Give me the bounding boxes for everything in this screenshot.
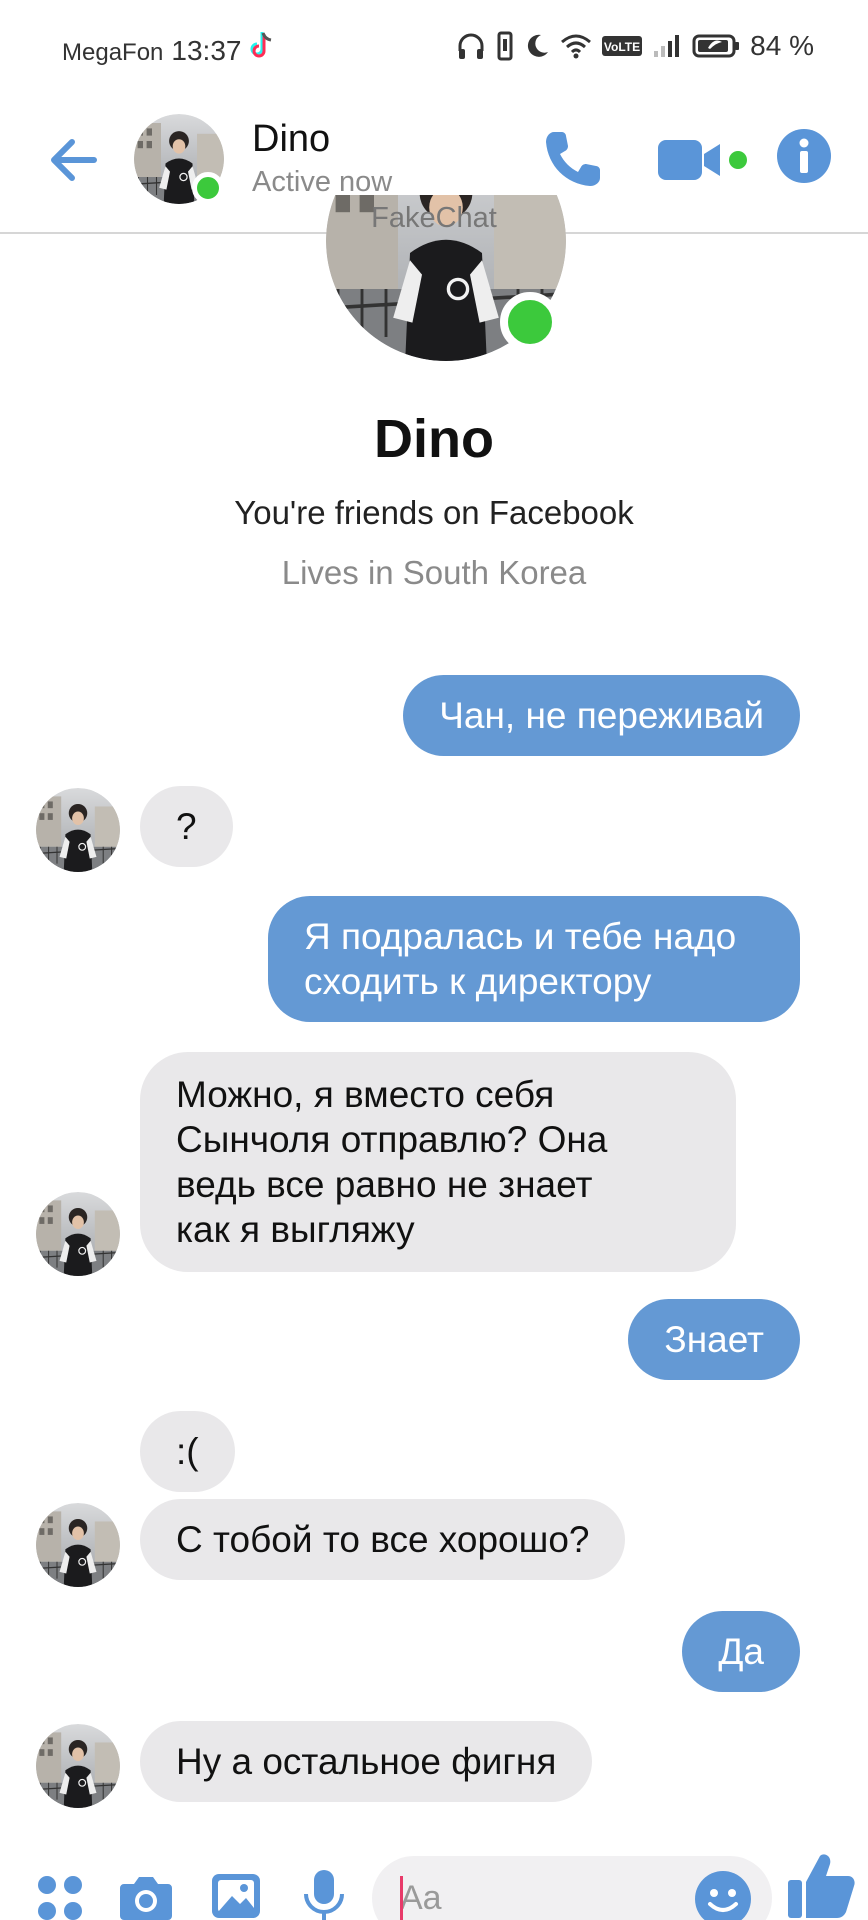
- profile-name: Dino: [374, 409, 494, 469]
- profile-friends-text: You're friends on Facebook: [234, 494, 634, 531]
- vibrate-icon: [497, 31, 513, 61]
- back-arrow-icon[interactable]: [44, 130, 104, 190]
- info-icon[interactable]: [776, 128, 832, 184]
- status-clock: 13:37: [171, 35, 242, 66]
- carrier-label: MegaFon: [62, 39, 164, 66]
- online-indicator: [192, 172, 224, 204]
- video-camera-icon[interactable]: [656, 134, 752, 186]
- message-bubble-incoming[interactable]: Можно, я вместо себя Сынчоля отправлю? О…: [140, 1052, 736, 1272]
- message-composer: [0, 1820, 868, 1920]
- message-bubble-outgoing[interactable]: Я подралась и тебе надо сходить к директ…: [268, 896, 800, 1022]
- phone-icon[interactable]: [540, 126, 606, 192]
- header-avatar[interactable]: [134, 114, 224, 204]
- message-avatar[interactable]: [36, 788, 120, 872]
- message-bubble-incoming[interactable]: Ну а остальное фигня: [140, 1721, 593, 1802]
- headphones-icon: [458, 33, 484, 59]
- emoji-icon[interactable]: [694, 1870, 752, 1920]
- message-bubble-incoming[interactable]: ?: [140, 786, 233, 867]
- message-bubble-outgoing[interactable]: Чан, не переживай: [403, 675, 800, 756]
- tiktok-icon: [251, 32, 272, 58]
- battery-percentage: 84 %: [750, 30, 814, 61]
- message-bubble-outgoing[interactable]: Да: [682, 1611, 800, 1692]
- message-input-field[interactable]: [372, 1856, 772, 1920]
- message-avatar[interactable]: [36, 1503, 120, 1587]
- header-contact-name[interactable]: Dino: [252, 118, 330, 161]
- message-bubble-incoming[interactable]: С тобой то все хорошо?: [140, 1499, 626, 1580]
- profile-online-indicator: [500, 292, 560, 352]
- apps-grid-icon[interactable]: [36, 1874, 84, 1920]
- message-avatar[interactable]: [36, 1724, 120, 1808]
- thumbs-up-icon[interactable]: [786, 1850, 856, 1920]
- moon-icon: [528, 34, 549, 57]
- microphone-icon[interactable]: [302, 1868, 346, 1920]
- message-bubble-outgoing[interactable]: Знает: [628, 1299, 800, 1380]
- message-input[interactable]: [400, 1878, 680, 1918]
- app-watermark: FakeChat: [371, 202, 497, 234]
- volte-label: VoLTE: [604, 40, 640, 54]
- message-bubble-incoming[interactable]: :(: [140, 1411, 235, 1492]
- profile-location-text: Lives in South Korea: [281, 554, 587, 591]
- wifi-icon: [561, 34, 592, 59]
- status-bar: MegaFon 13:37 VoLTE 84 %: [0, 0, 868, 100]
- volte-badge: VoLTE: [602, 36, 643, 56]
- battery-icon: [692, 34, 740, 58]
- text-caret: [400, 1876, 403, 1920]
- camera-icon[interactable]: [118, 1872, 174, 1920]
- message-avatar[interactable]: [36, 1192, 120, 1276]
- gallery-icon[interactable]: [210, 1870, 262, 1920]
- signal-icon: [654, 35, 680, 57]
